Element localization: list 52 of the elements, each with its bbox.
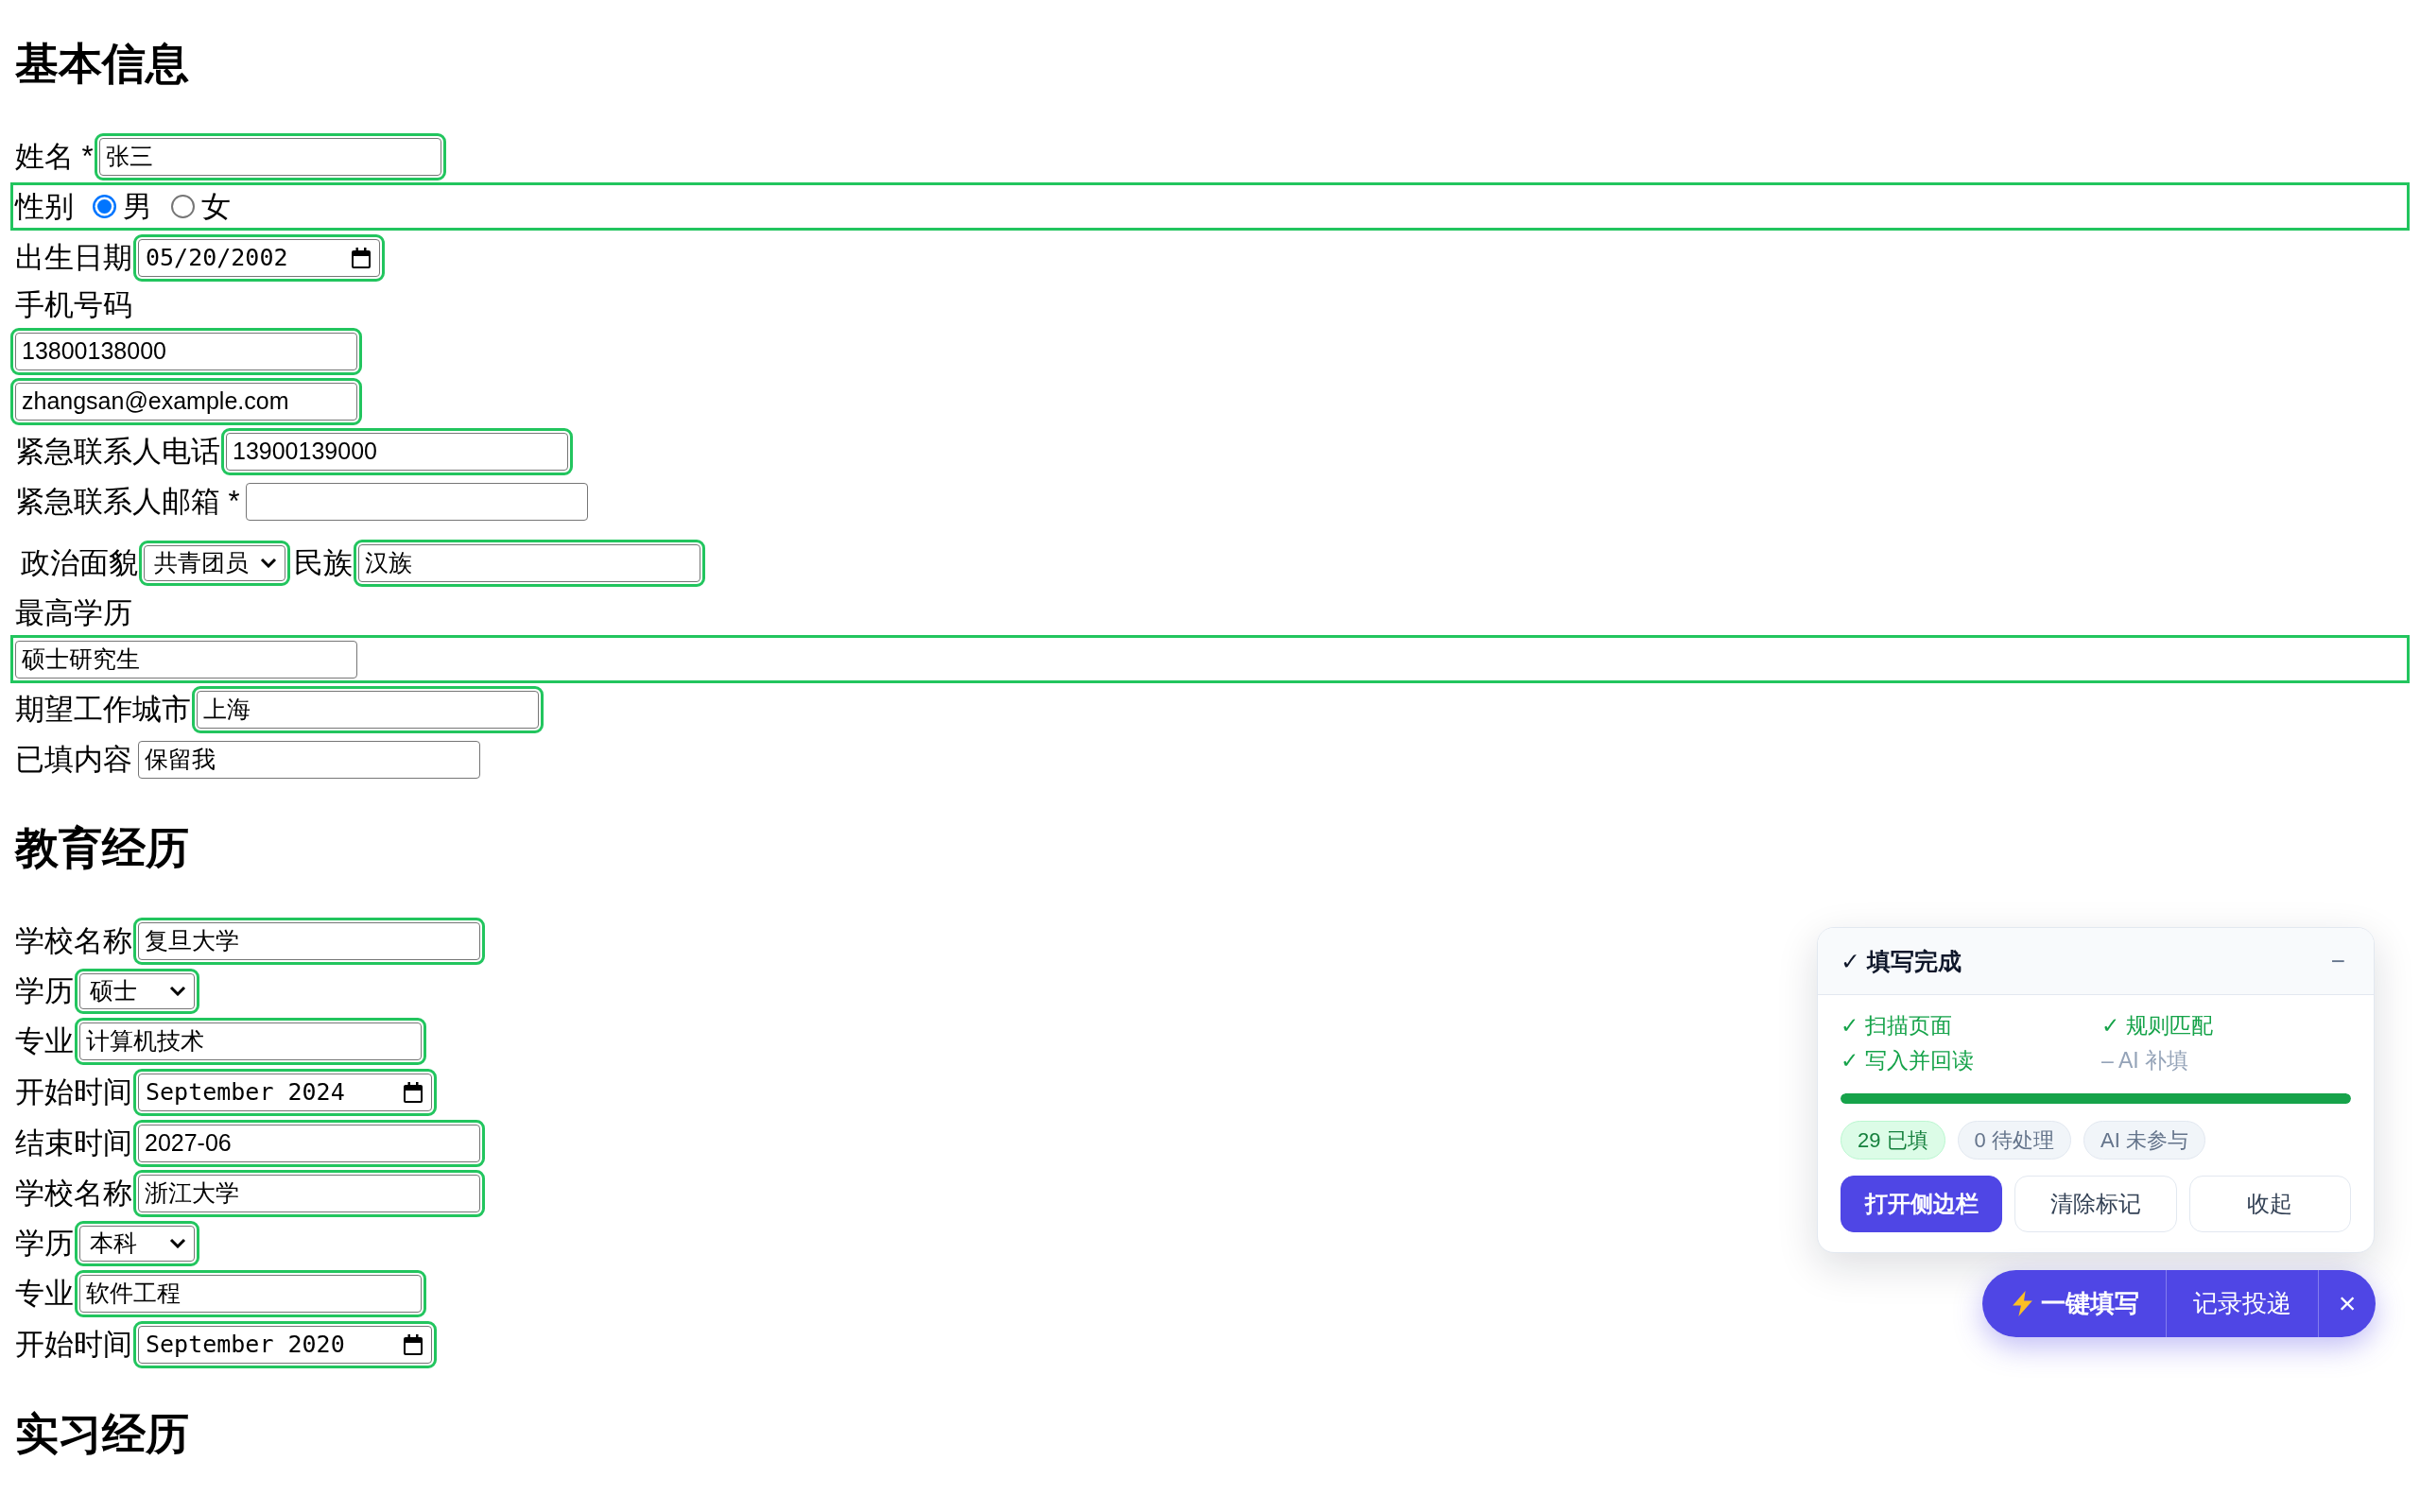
record-button[interactable]: 记录投递: [2166, 1270, 2318, 1337]
field-label: 姓名 *: [15, 138, 94, 175]
minimize-button[interactable]: −: [2325, 945, 2351, 977]
field-label: 专业: [15, 1275, 74, 1312]
chevron-icon: [260, 558, 277, 568]
input-field[interactable]: 硕士研究生: [15, 640, 357, 679]
status-badge: 29 已填: [1841, 1121, 1945, 1160]
field-label: 结束时间: [15, 1125, 132, 1161]
field-label: 性别: [15, 188, 74, 225]
calendar-icon[interactable]: [404, 1081, 423, 1103]
panel-button[interactable]: 收起: [2188, 1176, 2351, 1232]
field-label: 学历: [15, 972, 74, 1009]
field-label: 紧急联系人电话: [15, 433, 220, 470]
field-label: 学校名称: [15, 922, 132, 959]
input-field[interactable]: 保留我: [138, 740, 480, 779]
panel-title: ✓ 填写完成: [1841, 946, 1962, 976]
step-item: ✓ 规则匹配: [2101, 1012, 2214, 1040]
section-heading: 实习经历: [15, 1408, 190, 1460]
field-label: 已填内容: [15, 741, 132, 778]
panel-button[interactable]: 清除标记: [2014, 1176, 2177, 1232]
field-label: 最高学历: [15, 594, 132, 631]
calendar-icon[interactable]: [352, 247, 371, 268]
status-badge: AI 未参与: [2083, 1121, 2205, 1160]
radio-button[interactable]: [171, 195, 195, 218]
field-label: 学校名称: [15, 1175, 132, 1211]
radio-button[interactable]: [93, 195, 116, 218]
section-heading: 基本信息: [15, 38, 190, 90]
field-label: 开始时间: [15, 1326, 132, 1363]
field-label: 出生日期: [15, 239, 132, 276]
field-label: 紧急联系人邮箱 *: [15, 483, 240, 520]
field-label: 政治面貌: [21, 544, 138, 581]
input-field[interactable]: [245, 482, 588, 521]
field-label: 手机号码: [15, 286, 132, 323]
field-label: 期望工作城市: [15, 691, 191, 728]
calendar-icon[interactable]: [404, 1333, 423, 1355]
autofill-button[interactable]: 一键填写: [1982, 1270, 2166, 1337]
radio-label: 女: [201, 188, 231, 225]
field-label: 专业: [15, 1022, 74, 1059]
lightning-icon: [2013, 1291, 2032, 1316]
section-heading: 教育经历: [15, 822, 190, 874]
radio-label: 男: [123, 188, 152, 225]
field-label: 学历: [15, 1225, 74, 1262]
step-item: ✓ 写入并回读: [1841, 1047, 1975, 1074]
chevron-icon: [169, 1238, 186, 1248]
close-button[interactable]: ×: [2318, 1270, 2376, 1337]
field-label: 民族: [294, 544, 353, 581]
field-label: 开始时间: [15, 1074, 132, 1110]
chevron-icon: [169, 986, 186, 996]
step-item: – AI 补填: [2101, 1047, 2190, 1074]
step-item: ✓ 扫描页面: [1841, 1012, 1953, 1040]
panel-button[interactable]: 打开侧边栏: [1841, 1176, 2003, 1232]
status-badge: 0 待处理: [1957, 1121, 2071, 1160]
